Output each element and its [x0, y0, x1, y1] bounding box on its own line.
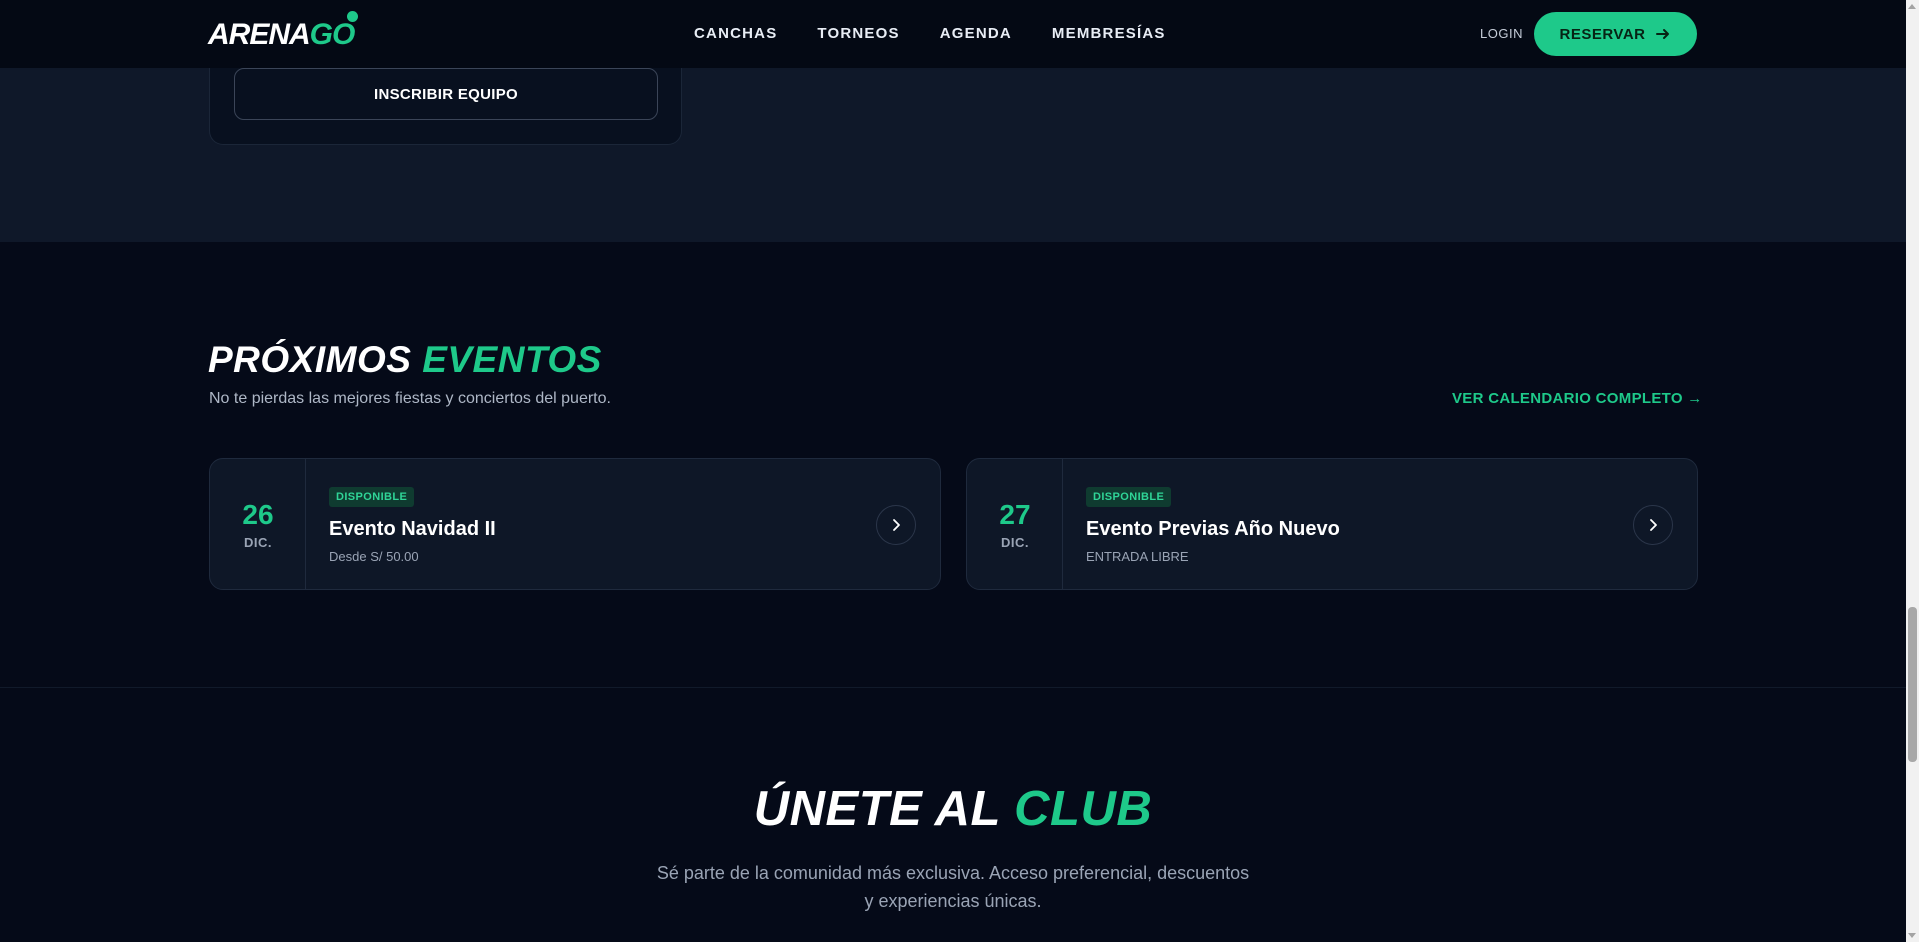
reserve-button-label: RESERVAR — [1559, 25, 1646, 43]
event-card[interactable]: 27 DIC. DISPONIBLE Evento Previas Año Nu… — [966, 458, 1698, 590]
scroll-thumb[interactable] — [1908, 607, 1917, 762]
event-open-button[interactable] — [876, 505, 916, 545]
club-heading-accent: CLUB — [1014, 782, 1153, 836]
event-day: 27 — [999, 499, 1031, 530]
event-date: 26 DIC. — [210, 459, 306, 589]
event-month: DIC. — [244, 535, 272, 550]
full-calendar-link[interactable]: VER CALENDARIO COMPLETO → — [1452, 389, 1703, 409]
chevron-right-icon — [893, 519, 900, 531]
nav-item-torneos[interactable]: TORNEOS — [817, 24, 899, 44]
reserve-button[interactable]: RESERVAR — [1534, 12, 1697, 56]
scroll-down-arrow-icon[interactable] — [1908, 933, 1916, 938]
status-badge: DISPONIBLE — [1086, 487, 1172, 507]
tournaments-section: INSCRIBIR EQUIPO — [0, 68, 1906, 242]
event-date: 27 DIC. — [967, 459, 1063, 589]
arrow-right-icon — [1656, 29, 1670, 39]
page: ARENAGO CANCHAS TORNEOS AGENDA MEMBRESÍA… — [0, 0, 1906, 942]
event-name: Evento Navidad II — [329, 518, 496, 540]
events-heading: PRÓXIMOS EVENTOS — [208, 338, 602, 382]
event-card[interactable]: 26 DIC. DISPONIBLE Evento Navidad II Des… — [209, 458, 941, 590]
status-badge: DISPONIBLE — [329, 487, 415, 507]
logo-accent-text: GO — [309, 18, 356, 51]
nav-item-membresias[interactable]: MEMBRESÍAS — [1052, 24, 1166, 44]
logo-dot-icon — [347, 11, 358, 22]
event-month: DIC. — [1001, 535, 1029, 550]
club-heading: ÚNETE AL CLUB — [0, 780, 1906, 838]
page-scrollbar[interactable] — [1906, 0, 1919, 942]
club-subtitle: Sé parte de la comunidad más exclusiva. … — [656, 863, 1250, 911]
events-heading-main: PRÓXIMOS — [208, 339, 412, 380]
login-link[interactable]: LOGIN — [1480, 26, 1523, 42]
event-day: 26 — [242, 499, 274, 530]
section-divider — [0, 687, 1906, 688]
logo-main-text: ARENA — [208, 18, 311, 51]
top-navbar: ARENAGO CANCHAS TORNEOS AGENDA MEMBRESÍA… — [0, 0, 1906, 68]
event-name: Evento Previas Año Nuevo — [1086, 518, 1340, 540]
main-nav: CANCHAS TORNEOS AGENDA MEMBRESÍAS — [694, 24, 1166, 44]
nav-item-agenda[interactable]: AGENDA — [940, 24, 1012, 44]
register-team-button[interactable]: INSCRIBIR EQUIPO — [234, 68, 658, 120]
scroll-up-arrow-icon[interactable] — [1908, 4, 1916, 9]
event-open-button[interactable] — [1633, 505, 1673, 545]
nav-item-canchas[interactable]: CANCHAS — [694, 24, 777, 44]
arenago-logo[interactable]: ARENAGO — [208, 18, 356, 52]
events-heading-accent: EVENTOS — [422, 339, 602, 380]
tournament-card: INSCRIBIR EQUIPO — [209, 68, 682, 145]
club-heading-main: ÚNETE AL — [753, 782, 1001, 836]
events-subtitle: No te pierdas las mejores fiestas y conc… — [209, 390, 611, 407]
event-price: Desde S/ 50.00 — [329, 549, 419, 564]
event-price: ENTRADA LIBRE — [1086, 549, 1189, 564]
chevron-right-icon — [1650, 519, 1657, 531]
